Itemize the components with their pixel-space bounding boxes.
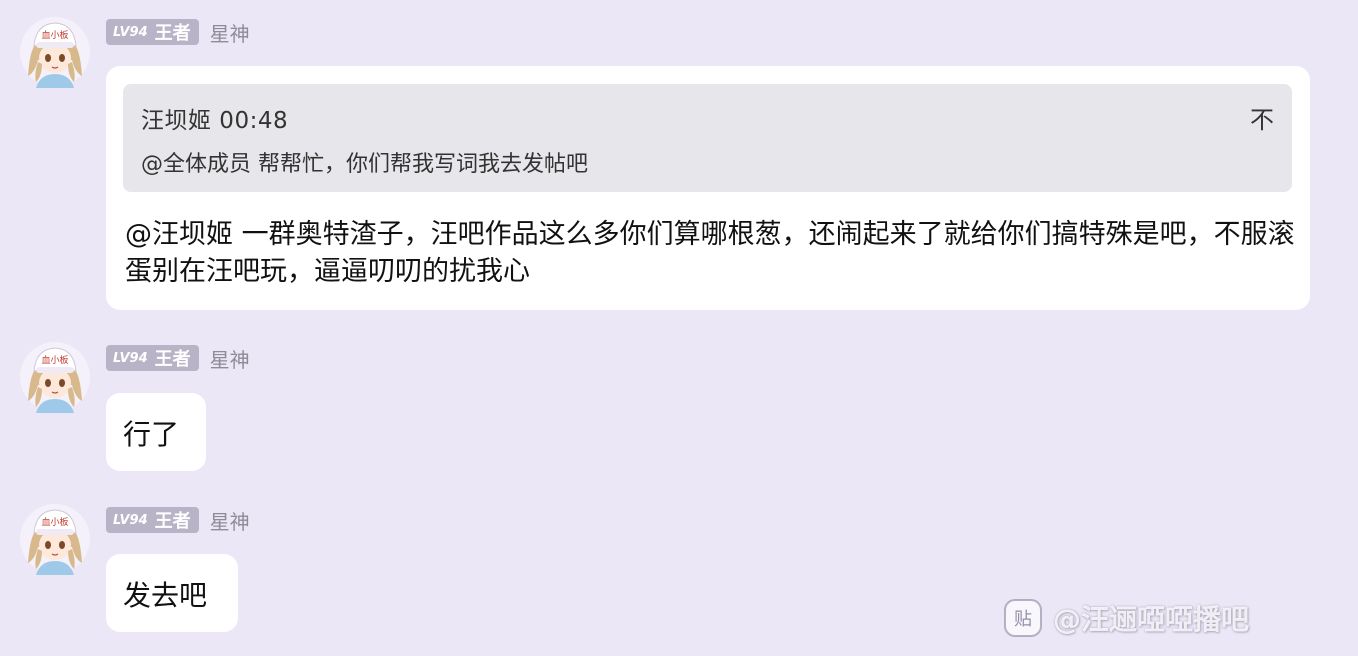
avatar-cap-text: 血小板 — [41, 29, 68, 41]
user-avatar[interactable]: 血小板 — [20, 16, 90, 88]
message-meta: LV94 王者 星神 — [106, 17, 250, 47]
level-badge: LV94 王者 — [106, 507, 199, 533]
quoted-text: @全体成员 帮帮忙，你们帮我写词我去发帖吧 — [141, 152, 588, 177]
badge-rank: 王者 — [154, 349, 191, 370]
message-meta: LV94 王者 星神 — [106, 343, 250, 373]
badge-level: LV94 — [113, 24, 148, 40]
avatar-cap-text: 血小板 — [41, 516, 68, 528]
user-avatar[interactable]: 血小板 — [20, 341, 90, 413]
badge-level: LV94 — [113, 512, 148, 528]
user-avatar[interactable]: 血小板 — [20, 503, 90, 575]
badge-level: LV94 — [113, 350, 148, 366]
message-bubble[interactable]: 行了 — [106, 393, 206, 471]
level-badge: LV94 王者 — [106, 19, 199, 45]
message-bubble[interactable]: 汪坝姬 00:48 不 @全体成员 帮帮忙，你们帮我写词我去发帖吧 @汪坝姬 一… — [106, 66, 1310, 310]
level-badge: LV94 王者 — [106, 345, 199, 371]
message-meta: LV94 王者 星神 — [106, 505, 250, 535]
message-text: @汪坝姬 一群奥特渣子，汪吧作品这么多你们算哪根葱，还闹起来了就给你们搞特殊是吧… — [125, 219, 1295, 287]
reply-quote[interactable]: 汪坝姬 00:48 不 @全体成员 帮帮忙，你们帮我写词我去发帖吧 — [123, 84, 1292, 192]
quoted-author-time: 汪坝姬 00:48 — [141, 108, 289, 134]
watermark: 贴 @汪逦啞啞播吧 — [1003, 596, 1249, 640]
avatar-cap-text: 血小板 — [41, 354, 68, 366]
sender-nickname[interactable]: 星神 — [210, 344, 250, 373]
quote-toggle-icon[interactable]: 不 — [1250, 100, 1274, 135]
sender-nickname[interactable]: 星神 — [210, 18, 250, 47]
message-text: 行了 — [123, 418, 180, 451]
message-text: 发去吧 — [123, 579, 208, 612]
tieba-logo-icon: 贴 — [1004, 599, 1042, 637]
watermark-text: @汪逦啞啞播吧 — [1053, 603, 1250, 636]
watermark-icon-text: 贴 — [1014, 609, 1032, 630]
badge-rank: 王者 — [154, 511, 191, 532]
message-bubble[interactable]: 发去吧 — [106, 554, 238, 632]
badge-rank: 王者 — [154, 23, 191, 44]
sender-nickname[interactable]: 星神 — [210, 506, 250, 535]
